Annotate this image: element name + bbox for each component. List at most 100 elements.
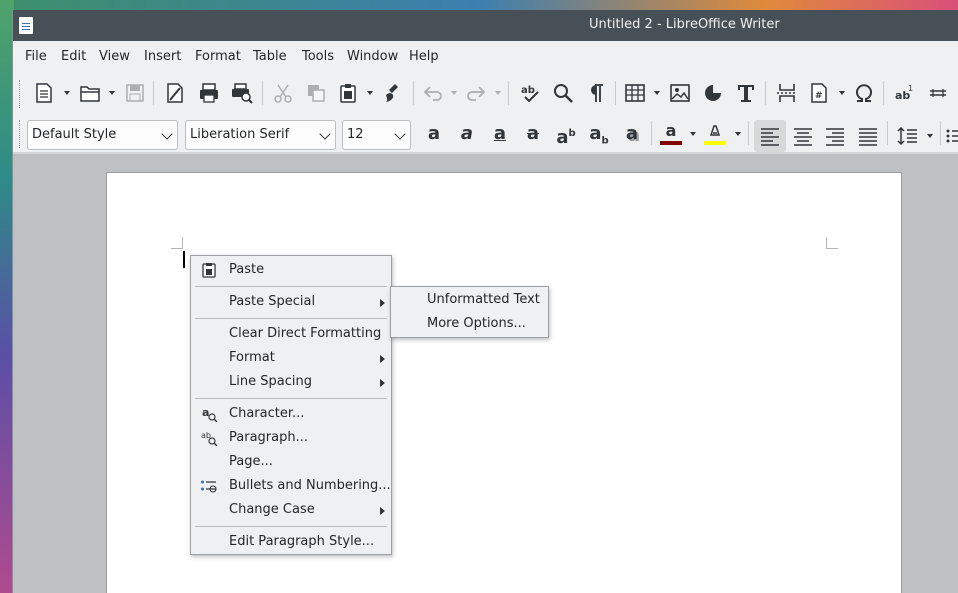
context-menu-clear-direct-formatting[interactable]: Clear Direct Formatting xyxy=(191,322,391,346)
menu-help[interactable]: Help xyxy=(409,49,439,64)
toolbar-separator xyxy=(651,121,652,145)
document-canvas[interactable] xyxy=(13,154,958,593)
paste-icon[interactable] xyxy=(334,79,362,107)
line-spacing-dropdown-chevron-icon[interactable] xyxy=(926,122,934,150)
context-menu-paste-special[interactable]: Paste Special xyxy=(191,290,391,314)
menu-separator xyxy=(195,398,387,399)
paragraph-style-combo[interactable]: Default Style xyxy=(27,120,178,150)
context-menu-character[interactable]: a Character... xyxy=(191,402,391,426)
italic-icon[interactable]: a xyxy=(454,120,480,148)
insert-image-icon[interactable] xyxy=(666,79,694,107)
character-icon: a xyxy=(200,406,218,423)
print-icon[interactable] xyxy=(195,79,223,107)
insert-footnote-icon[interactable]: ab 1 xyxy=(891,79,919,107)
context-menu-line-spacing[interactable]: Line Spacing xyxy=(191,370,391,394)
chevron-down-icon xyxy=(161,128,173,140)
toolbar-grip[interactable] xyxy=(19,120,21,148)
desktop-wallpaper xyxy=(0,0,958,10)
align-left-icon[interactable] xyxy=(754,120,786,152)
save-icon[interactable] xyxy=(121,79,149,107)
align-right-icon[interactable] xyxy=(821,122,849,150)
menu-window[interactable]: Window xyxy=(347,49,398,64)
align-center-icon[interactable] xyxy=(789,122,817,150)
context-menu-label: Character... xyxy=(229,406,305,421)
open-folder-icon[interactable] xyxy=(76,79,104,107)
subscript-icon[interactable]: ab xyxy=(586,120,612,148)
new-dropdown-chevron-icon[interactable] xyxy=(63,79,71,107)
insert-chart-icon[interactable] xyxy=(699,79,727,107)
underline-icon[interactable]: a xyxy=(487,120,513,148)
redo-icon[interactable] xyxy=(462,79,490,107)
paste-special-submenu: Unformatted Text More Options... xyxy=(390,286,549,338)
justify-icon[interactable] xyxy=(854,122,882,150)
submenu-label: More Options... xyxy=(427,316,526,331)
submenu-arrow-icon xyxy=(380,299,385,307)
context-menu-paste[interactable]: Paste xyxy=(191,258,391,282)
context-menu-paragraph[interactable]: ab Paragraph... xyxy=(191,426,391,450)
toolbar-separator xyxy=(413,81,414,105)
open-dropdown-chevron-icon[interactable] xyxy=(108,79,116,107)
menu-view[interactable]: View xyxy=(99,49,130,64)
menu-insert[interactable]: Insert xyxy=(144,49,181,64)
list-icon[interactable] xyxy=(945,122,958,150)
submenu-arrow-icon xyxy=(380,379,385,387)
submenu-arrow-icon xyxy=(380,355,385,363)
paste-dropdown-chevron-icon[interactable] xyxy=(366,79,374,107)
field-dropdown-chevron-icon[interactable] xyxy=(838,79,846,107)
clipboard-icon xyxy=(200,262,218,278)
spelling-icon[interactable]: ab xyxy=(516,79,544,107)
insert-text-box-icon[interactable] xyxy=(732,79,760,107)
strikethrough-track-icon[interactable] xyxy=(924,79,952,107)
menu-separator xyxy=(195,286,387,287)
shadow-icon[interactable]: a xyxy=(619,120,645,148)
clone-formatting-icon[interactable] xyxy=(379,79,407,107)
print-preview-icon[interactable] xyxy=(228,79,256,107)
context-menu-bullets-and-numbering[interactable]: Bullets and Numbering... xyxy=(191,474,391,498)
toolbar-grip[interactable] xyxy=(19,80,21,108)
formatting-marks-icon[interactable] xyxy=(582,79,610,107)
font-color-dropdown-chevron-icon[interactable] xyxy=(689,120,697,148)
export-pdf-icon[interactable] xyxy=(161,79,189,107)
font-name-combo[interactable]: Liberation Serif xyxy=(185,120,336,150)
menu-format[interactable]: Format xyxy=(195,49,241,64)
submenu-unformatted-text[interactable]: Unformatted Text xyxy=(391,288,548,312)
menu-edit[interactable]: Edit xyxy=(61,49,86,64)
special-character-omega-icon[interactable] xyxy=(850,79,878,107)
menu-separator xyxy=(195,318,387,319)
context-menu-change-case[interactable]: Change Case xyxy=(191,498,391,522)
find-replace-icon[interactable] xyxy=(549,79,577,107)
bold-icon[interactable]: a xyxy=(421,120,447,148)
toolbar-separator xyxy=(748,121,749,145)
context-menu-format[interactable]: Format xyxy=(191,346,391,370)
insert-field-icon[interactable]: # xyxy=(805,79,833,107)
undo-dropdown-chevron-icon[interactable] xyxy=(450,79,458,107)
submenu-arrow-icon xyxy=(380,507,385,515)
toolbar-separator xyxy=(883,81,884,105)
context-menu-page[interactable]: Page... xyxy=(191,450,391,474)
context-menu-edit-paragraph-style[interactable]: Edit Paragraph Style... xyxy=(191,530,391,554)
menu-table[interactable]: Table xyxy=(253,49,287,64)
text-cursor xyxy=(183,251,185,268)
redo-dropdown-chevron-icon[interactable] xyxy=(494,79,502,107)
menu-tools[interactable]: Tools xyxy=(302,49,334,64)
insert-table-icon[interactable] xyxy=(621,79,649,107)
undo-icon[interactable] xyxy=(419,79,447,107)
line-spacing-icon[interactable] xyxy=(894,122,922,150)
new-document-icon[interactable] xyxy=(30,79,58,107)
font-size-combo[interactable]: 12 xyxy=(342,120,411,150)
cut-icon[interactable] xyxy=(269,79,297,107)
strikethrough-icon[interactable]: a xyxy=(520,120,546,148)
font-color-icon[interactable]: a xyxy=(657,120,685,148)
context-menu-label: Clear Direct Formatting xyxy=(229,326,382,341)
svg-text:a: a xyxy=(202,406,209,419)
title-bar[interactable]: Untitled 2 - LibreOffice Writer xyxy=(13,10,958,41)
insert-page-break-icon[interactable] xyxy=(773,79,801,107)
copy-icon[interactable] xyxy=(302,79,330,107)
table-dropdown-chevron-icon[interactable] xyxy=(653,79,661,107)
highlight-dropdown-chevron-icon[interactable] xyxy=(734,120,742,148)
submenu-more-options[interactable]: More Options... xyxy=(391,312,548,336)
superscript-icon[interactable]: ab xyxy=(553,120,579,148)
highlighting-color-icon[interactable] xyxy=(701,120,729,148)
context-menu-label: Edit Paragraph Style... xyxy=(229,534,375,549)
menu-file[interactable]: File xyxy=(25,49,47,64)
